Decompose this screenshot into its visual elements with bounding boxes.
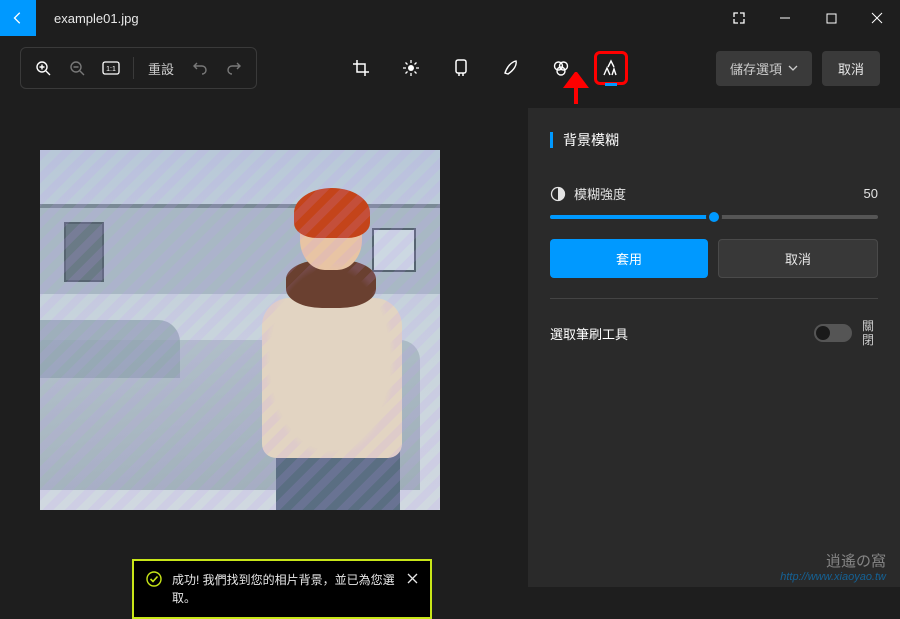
brush-toggle[interactable] [814, 324, 852, 342]
panel-title: 背景模糊 [550, 126, 878, 164]
canvas-area: 成功! 我們找到您的相片背景，並已為您選取。 [0, 100, 528, 587]
fullscreen-icon[interactable] [716, 0, 762, 36]
markup-tool-icon[interactable] [494, 51, 528, 85]
slider-thumb[interactable] [706, 209, 722, 225]
toast-message: 成功! 我們找到您的相片背景，並已為您選取。 [172, 571, 397, 607]
redo-icon[interactable] [218, 52, 250, 84]
crop-tool-icon[interactable] [344, 51, 378, 85]
toast-close-button[interactable] [407, 571, 418, 587]
panel-cancel-button[interactable]: 取消 [718, 239, 878, 278]
save-label: 儲存選項 [730, 59, 782, 78]
adjust-tool-icon[interactable] [394, 51, 428, 85]
toggle-state-label: 關閉 [862, 319, 878, 348]
success-toast: 成功! 我們找到您的相片背景，並已為您選取。 [132, 559, 432, 619]
file-title: example01.jpg [54, 11, 139, 26]
photo-subject [240, 194, 430, 510]
zoom-fit-icon[interactable]: 1:1 [95, 52, 127, 84]
zoom-group: 1:1 重設 [20, 47, 257, 89]
slider-value: 50 [864, 186, 878, 201]
check-circle-icon [146, 571, 162, 592]
minimize-button[interactable] [762, 0, 808, 36]
slider-label: 模糊強度 [574, 184, 626, 203]
blur-slider[interactable] [550, 215, 878, 219]
close-button[interactable] [854, 0, 900, 36]
blur-intensity-icon [550, 186, 566, 202]
undo-icon[interactable] [184, 52, 216, 84]
back-button[interactable] [0, 0, 36, 36]
reset-button[interactable]: 重設 [140, 59, 182, 78]
apply-button[interactable]: 套用 [550, 239, 708, 278]
brush-tool-label: 選取筆刷工具 [550, 324, 628, 343]
active-tool-indicator [605, 83, 617, 86]
properties-panel: 背景模糊 模糊強度 50 套用 取消 選取筆刷工具 關閉 [528, 108, 900, 587]
save-options-button[interactable]: 儲存選項 [716, 51, 812, 86]
divider [550, 298, 878, 299]
background-blur-tool-icon[interactable] [594, 51, 628, 85]
chevron-down-icon [788, 65, 798, 71]
maximize-button[interactable] [808, 0, 854, 36]
svg-text:1:1: 1:1 [106, 66, 116, 73]
watermark: 逍遙の窩 http://www.xiaoyao.tw [780, 550, 886, 583]
zoom-in-icon[interactable] [27, 52, 59, 84]
annotation-arrow-icon [561, 72, 591, 106]
filter-tool-icon[interactable] [444, 51, 478, 85]
cancel-button[interactable]: 取消 [822, 51, 880, 86]
zoom-out-icon[interactable] [61, 52, 93, 84]
image-canvas[interactable] [40, 150, 440, 510]
